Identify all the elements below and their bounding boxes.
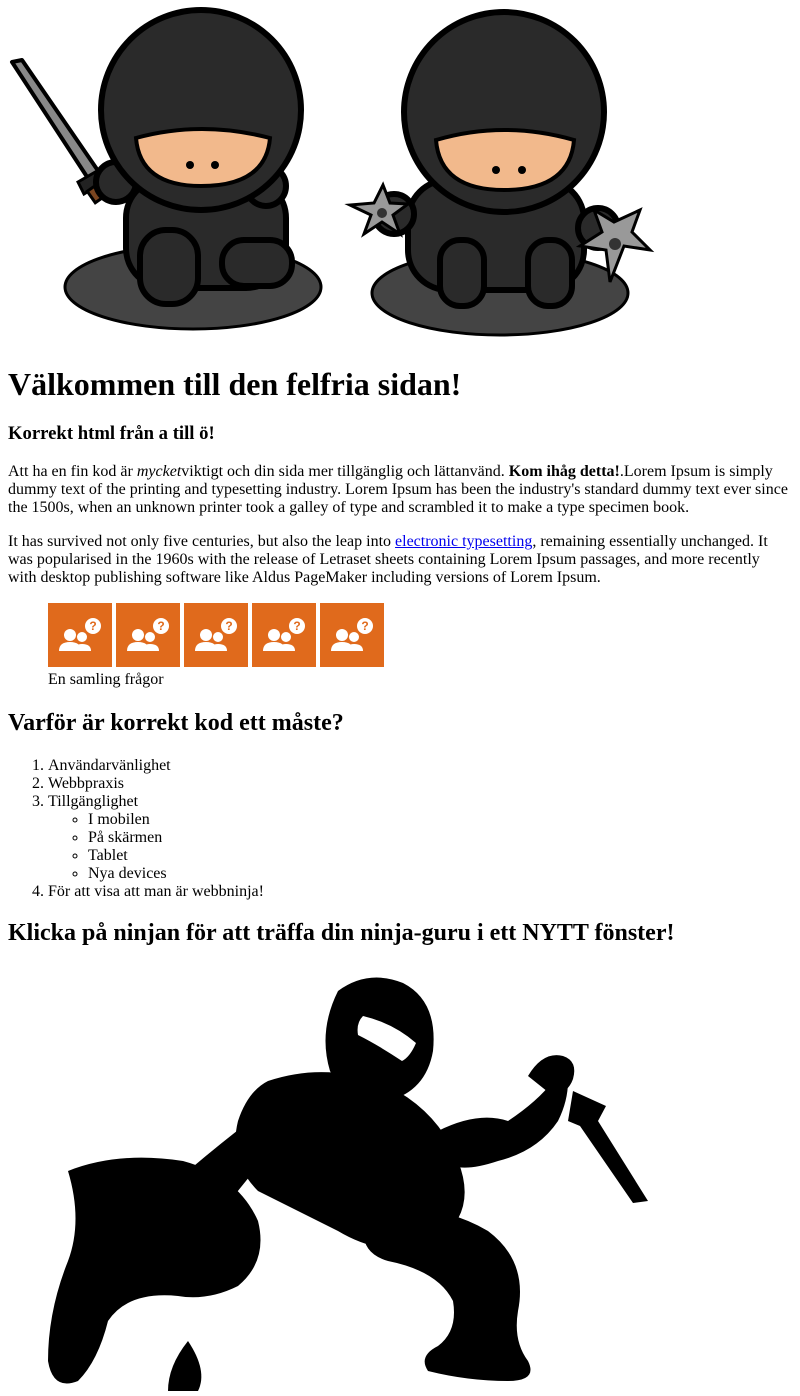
people-question-icon: ? <box>195 618 237 651</box>
people-question-icon: ? <box>331 618 373 651</box>
sub-list-item: På skärmen <box>88 829 792 847</box>
history-text-start: It has survived not only five centuries,… <box>8 533 396 550</box>
list-item: Tillgänglighet I mobilen På skärmen Tabl… <box>48 793 792 883</box>
intro-strong: Kom ihåg detta! <box>508 463 620 480</box>
sub-list: I mobilen På skärmen Tablet Nya devices <box>48 811 792 883</box>
question-tile: ? <box>252 603 316 667</box>
question-tile: ? <box>48 603 112 667</box>
questions-figure: ? ? ? ? ? En samling frågor <box>48 603 752 689</box>
question-tile: ? <box>184 603 248 667</box>
intro-text-middle: viktigt och din sida mer tillgänglig och… <box>181 463 509 480</box>
ninja-guru-link[interactable] <box>8 961 653 1391</box>
ninja-with-sword-icon <box>10 7 323 331</box>
question-tile: ? <box>320 603 384 667</box>
history-paragraph: It has survived not only five centuries,… <box>8 533 792 587</box>
svg-text:?: ? <box>225 619 232 633</box>
why-heading: Varför är korrekt kod ett måste? <box>8 710 344 736</box>
people-question-icon: ? <box>127 618 169 651</box>
ninjas-hero-image <box>10 7 655 337</box>
crouching-ninja-silhouette-icon <box>48 977 648 1391</box>
electronic-typesetting-link[interactable]: electronic typesetting <box>395 533 532 550</box>
page-subtitle: Korrekt html från a till ö! <box>8 423 215 444</box>
figure-caption: En samling frågor <box>48 671 164 688</box>
question-tile: ? <box>116 603 180 667</box>
list-item: För att visa att man är webbninja! <box>48 883 792 901</box>
svg-text:?: ? <box>361 619 368 633</box>
svg-text:?: ? <box>157 619 164 633</box>
intro-text-start: Att ha en fin kod är <box>8 463 137 480</box>
intro-emphasis: mycket <box>136 463 182 480</box>
sub-list-item: Tablet <box>88 847 792 865</box>
question-tiles: ? ? ? ? ? <box>48 603 752 667</box>
guru-heading: Klicka på ninjan för att träffa din ninj… <box>8 920 675 946</box>
svg-text:?: ? <box>293 619 300 633</box>
sub-list-item: Nya devices <box>88 865 792 883</box>
list-item: Webbpraxis <box>48 775 792 793</box>
people-question-icon: ? <box>59 618 101 651</box>
reasons-list: Användarvänlighet Webbpraxis Tillgänglig… <box>8 757 792 901</box>
page-title: Välkommen till den felfria sidan! <box>8 366 462 402</box>
list-item: Användarvänlighet <box>48 757 792 775</box>
ninja-with-shuriken-icon <box>344 9 655 337</box>
intro-paragraph: Att ha en fin kod är mycketviktigt och d… <box>8 463 792 517</box>
svg-text:?: ? <box>89 619 96 633</box>
people-question-icon: ? <box>263 618 305 651</box>
list-item-label: Tillgänglighet <box>48 793 139 810</box>
sub-list-item: I mobilen <box>88 811 792 829</box>
